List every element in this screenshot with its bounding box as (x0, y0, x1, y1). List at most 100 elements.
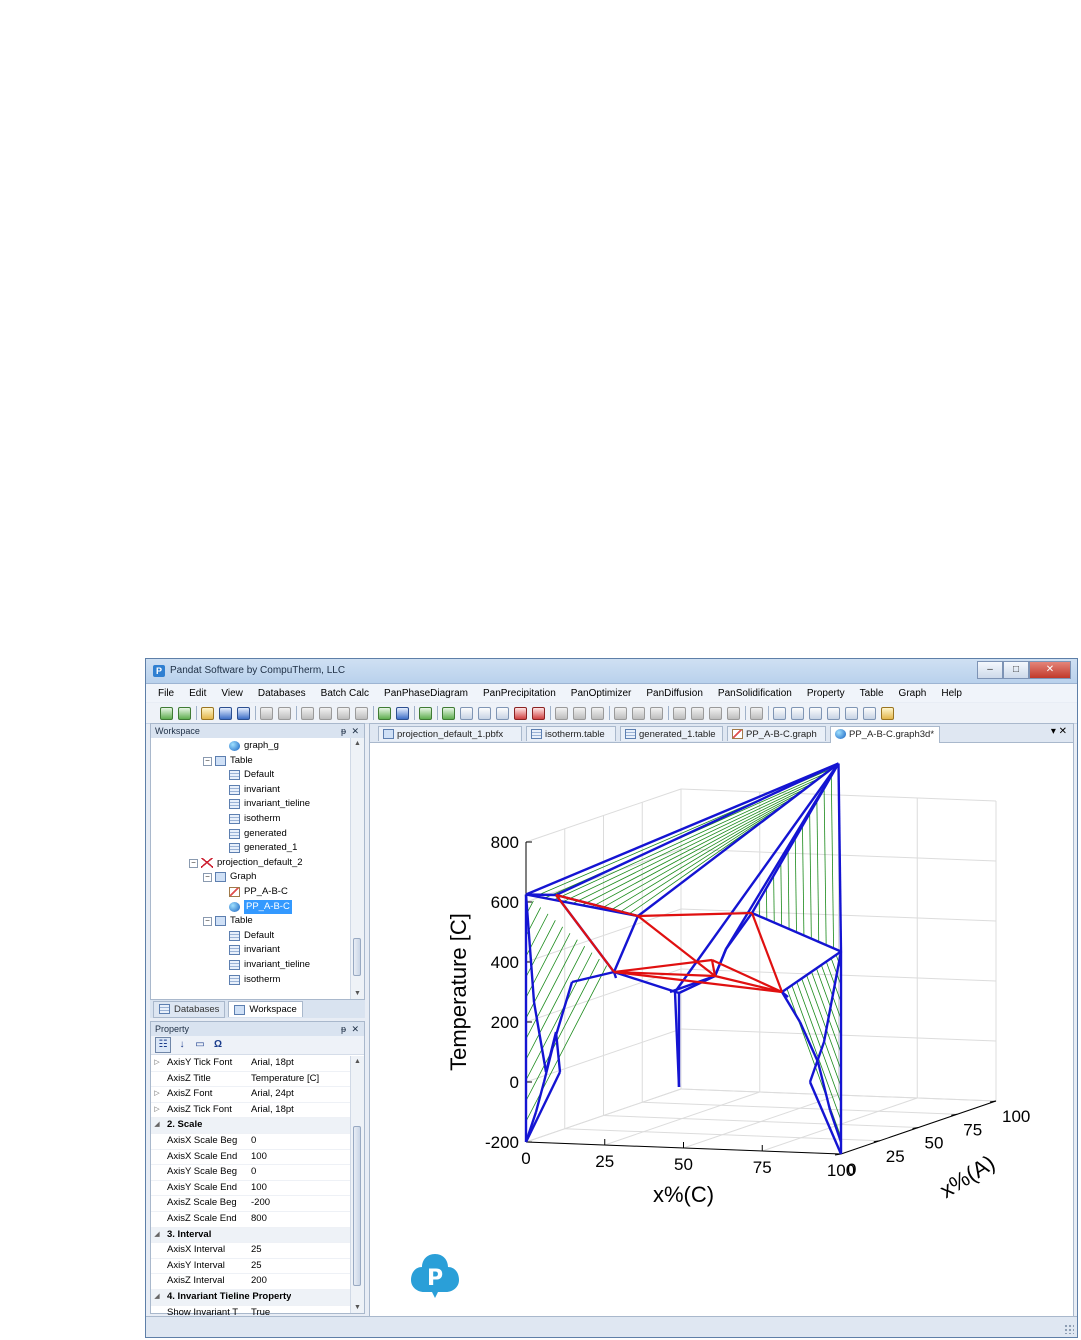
optimizer-icon[interactable] (573, 706, 586, 720)
expand-icon[interactable]: ▷ (151, 1056, 163, 1071)
scroll-up-icon[interactable]: ▲ (351, 740, 364, 747)
tab-databases[interactable]: Databases (153, 1000, 226, 1018)
expand-icon[interactable]: ▷ (151, 1087, 163, 1102)
property-value[interactable]: 100 (251, 1181, 350, 1196)
projection-icon[interactable] (514, 706, 527, 720)
paste-icon[interactable] (337, 706, 350, 720)
ternary-3d-plot[interactable]: 0 25 50 75 10002550751008006004002000-200Tem… (370, 742, 1073, 1316)
tree-node[interactable]: Table (215, 754, 253, 768)
property-value[interactable]: Temperature [C] (251, 1072, 350, 1087)
axis-icon[interactable] (691, 706, 704, 720)
cut-icon[interactable] (301, 706, 314, 720)
print-preview-icon[interactable] (260, 706, 273, 720)
property-row[interactable]: AxisX Scale End 100 (151, 1150, 350, 1166)
legend-icon[interactable] (827, 706, 840, 720)
menu-batch-calc[interactable]: Batch Calc (321, 688, 369, 699)
load-database-icon[interactable] (378, 706, 391, 720)
property-scrollbar[interactable]: ▲ ▼ (350, 1056, 364, 1313)
property-row[interactable]: AxisX Scale Beg 0 (151, 1134, 350, 1150)
batch-icon[interactable] (555, 706, 568, 720)
collapse-icon[interactable]: − (203, 917, 212, 927)
pencil-icon[interactable] (881, 706, 894, 720)
property-value[interactable]: 800 (251, 1212, 350, 1227)
property-row[interactable]: AxisZ Scale Beg -200 (151, 1196, 350, 1212)
tree-node[interactable]: Default (229, 929, 274, 943)
menu-panoptimizer[interactable]: PanOptimizer (571, 688, 632, 699)
property-value[interactable]: 25 (251, 1243, 350, 1258)
tree-node[interactable]: isotherm (229, 812, 280, 826)
minimize-button[interactable]: – (977, 661, 1003, 679)
menu-panphasediagram[interactable]: PanPhaseDiagram (384, 688, 468, 699)
delete-icon[interactable] (355, 706, 368, 720)
pin-icon[interactable]: ᵽ (341, 1022, 346, 1036)
menu-pandiffusion[interactable]: PanDiffusion (646, 688, 703, 699)
resize-grip-icon[interactable] (1064, 1324, 1074, 1334)
collapse-icon[interactable]: ◢ (151, 1290, 163, 1305)
property-value[interactable]: Arial, 24pt (251, 1087, 350, 1102)
property-value[interactable]: 0 (251, 1165, 350, 1180)
menu-table[interactable]: Table (860, 688, 884, 699)
graph-merge-icon[interactable] (650, 706, 663, 720)
property-row[interactable]: ▷ AxisY Tick Font Arial, 18pt (151, 1056, 350, 1072)
property-category[interactable]: ◢ 2. Scale (151, 1118, 350, 1134)
tree-node[interactable]: invariant (229, 943, 280, 957)
property-value[interactable]: Arial, 18pt (251, 1056, 350, 1071)
document-tab[interactable]: generated_1.table (620, 726, 723, 741)
close-panel-icon[interactable]: ✕ (351, 724, 359, 738)
zoom-icon[interactable] (791, 706, 804, 720)
collapse-icon[interactable]: − (203, 873, 212, 883)
new-icon[interactable] (160, 706, 173, 720)
tree-node[interactable]: graph_g (229, 739, 279, 753)
collapse-icon[interactable]: ◢ (151, 1118, 163, 1133)
tree-node[interactable]: Default (229, 768, 274, 782)
text-icon[interactable] (863, 706, 876, 720)
close-panel-icon[interactable]: ✕ (351, 1022, 359, 1036)
menu-databases[interactable]: Databases (258, 688, 306, 699)
property-row[interactable]: AxisY Interval 25 (151, 1259, 350, 1275)
menu-panprecipitation[interactable]: PanPrecipitation (483, 688, 556, 699)
maximize-button[interactable]: □ (1003, 661, 1029, 679)
open-folder-icon[interactable] (201, 706, 214, 720)
menu-file[interactable]: File (158, 688, 174, 699)
save-all-icon[interactable] (237, 706, 250, 720)
property-row[interactable]: AxisZ Interval 200 (151, 1274, 350, 1290)
download-icon[interactable] (419, 706, 432, 720)
rotate-icon[interactable] (809, 706, 822, 720)
property-value[interactable]: -200 (251, 1196, 350, 1211)
property-row[interactable]: AxisZ Scale End 800 (151, 1212, 350, 1228)
collapse-icon[interactable]: − (189, 858, 198, 868)
tree-node[interactable]: Table (215, 914, 253, 928)
expand-icon[interactable]: ▷ (151, 1103, 163, 1118)
tree-node[interactable]: PP_A-B-C (229, 898, 293, 915)
tree-node[interactable]: PP_A-B-C (229, 885, 288, 899)
scroll-thumb[interactable] (353, 938, 361, 976)
document-tab[interactable]: PP_A-B-C.graph (727, 726, 826, 741)
save-icon[interactable] (219, 706, 232, 720)
solidification-icon[interactable] (532, 706, 545, 720)
property-row[interactable]: AxisX Interval 25 (151, 1243, 350, 1259)
scroll-down-icon[interactable]: ▼ (351, 990, 364, 997)
collapse-icon[interactable]: − (203, 756, 212, 766)
property-value[interactable]: 0 (251, 1134, 350, 1149)
scroll-down-icon[interactable]: ▼ (351, 1304, 364, 1311)
property-row[interactable]: AxisY Scale End 100 (151, 1181, 350, 1197)
omega-icon[interactable]: Ω (211, 1038, 225, 1052)
sort-az-icon[interactable]: ↓ (175, 1038, 189, 1052)
tree-node[interactable]: isotherm (229, 973, 280, 987)
pin-icon[interactable]: ᵽ (341, 724, 346, 738)
graph-icon[interactable] (614, 706, 627, 720)
tab-list-controls[interactable]: ▾ ✕ (1051, 726, 1067, 737)
property-row[interactable]: AxisZ Title Temperature [C] (151, 1072, 350, 1088)
menu-help[interactable]: Help (941, 688, 962, 699)
document-tab[interactable]: isotherm.table (526, 726, 616, 741)
copy-icon[interactable] (319, 706, 332, 720)
scroll-up-icon[interactable]: ▲ (351, 1058, 364, 1065)
point-calculation-icon[interactable] (460, 706, 473, 720)
tree-node[interactable]: generated (229, 827, 287, 841)
calculate-icon[interactable] (442, 706, 455, 720)
property-value[interactable]: 25 (251, 1259, 350, 1274)
edit-graph-icon[interactable] (750, 706, 763, 720)
tree-node[interactable]: projection_default_2 (201, 856, 303, 870)
property-value[interactable]: Arial, 18pt (251, 1103, 350, 1118)
categorized-icon[interactable]: ☷ (155, 1037, 171, 1053)
